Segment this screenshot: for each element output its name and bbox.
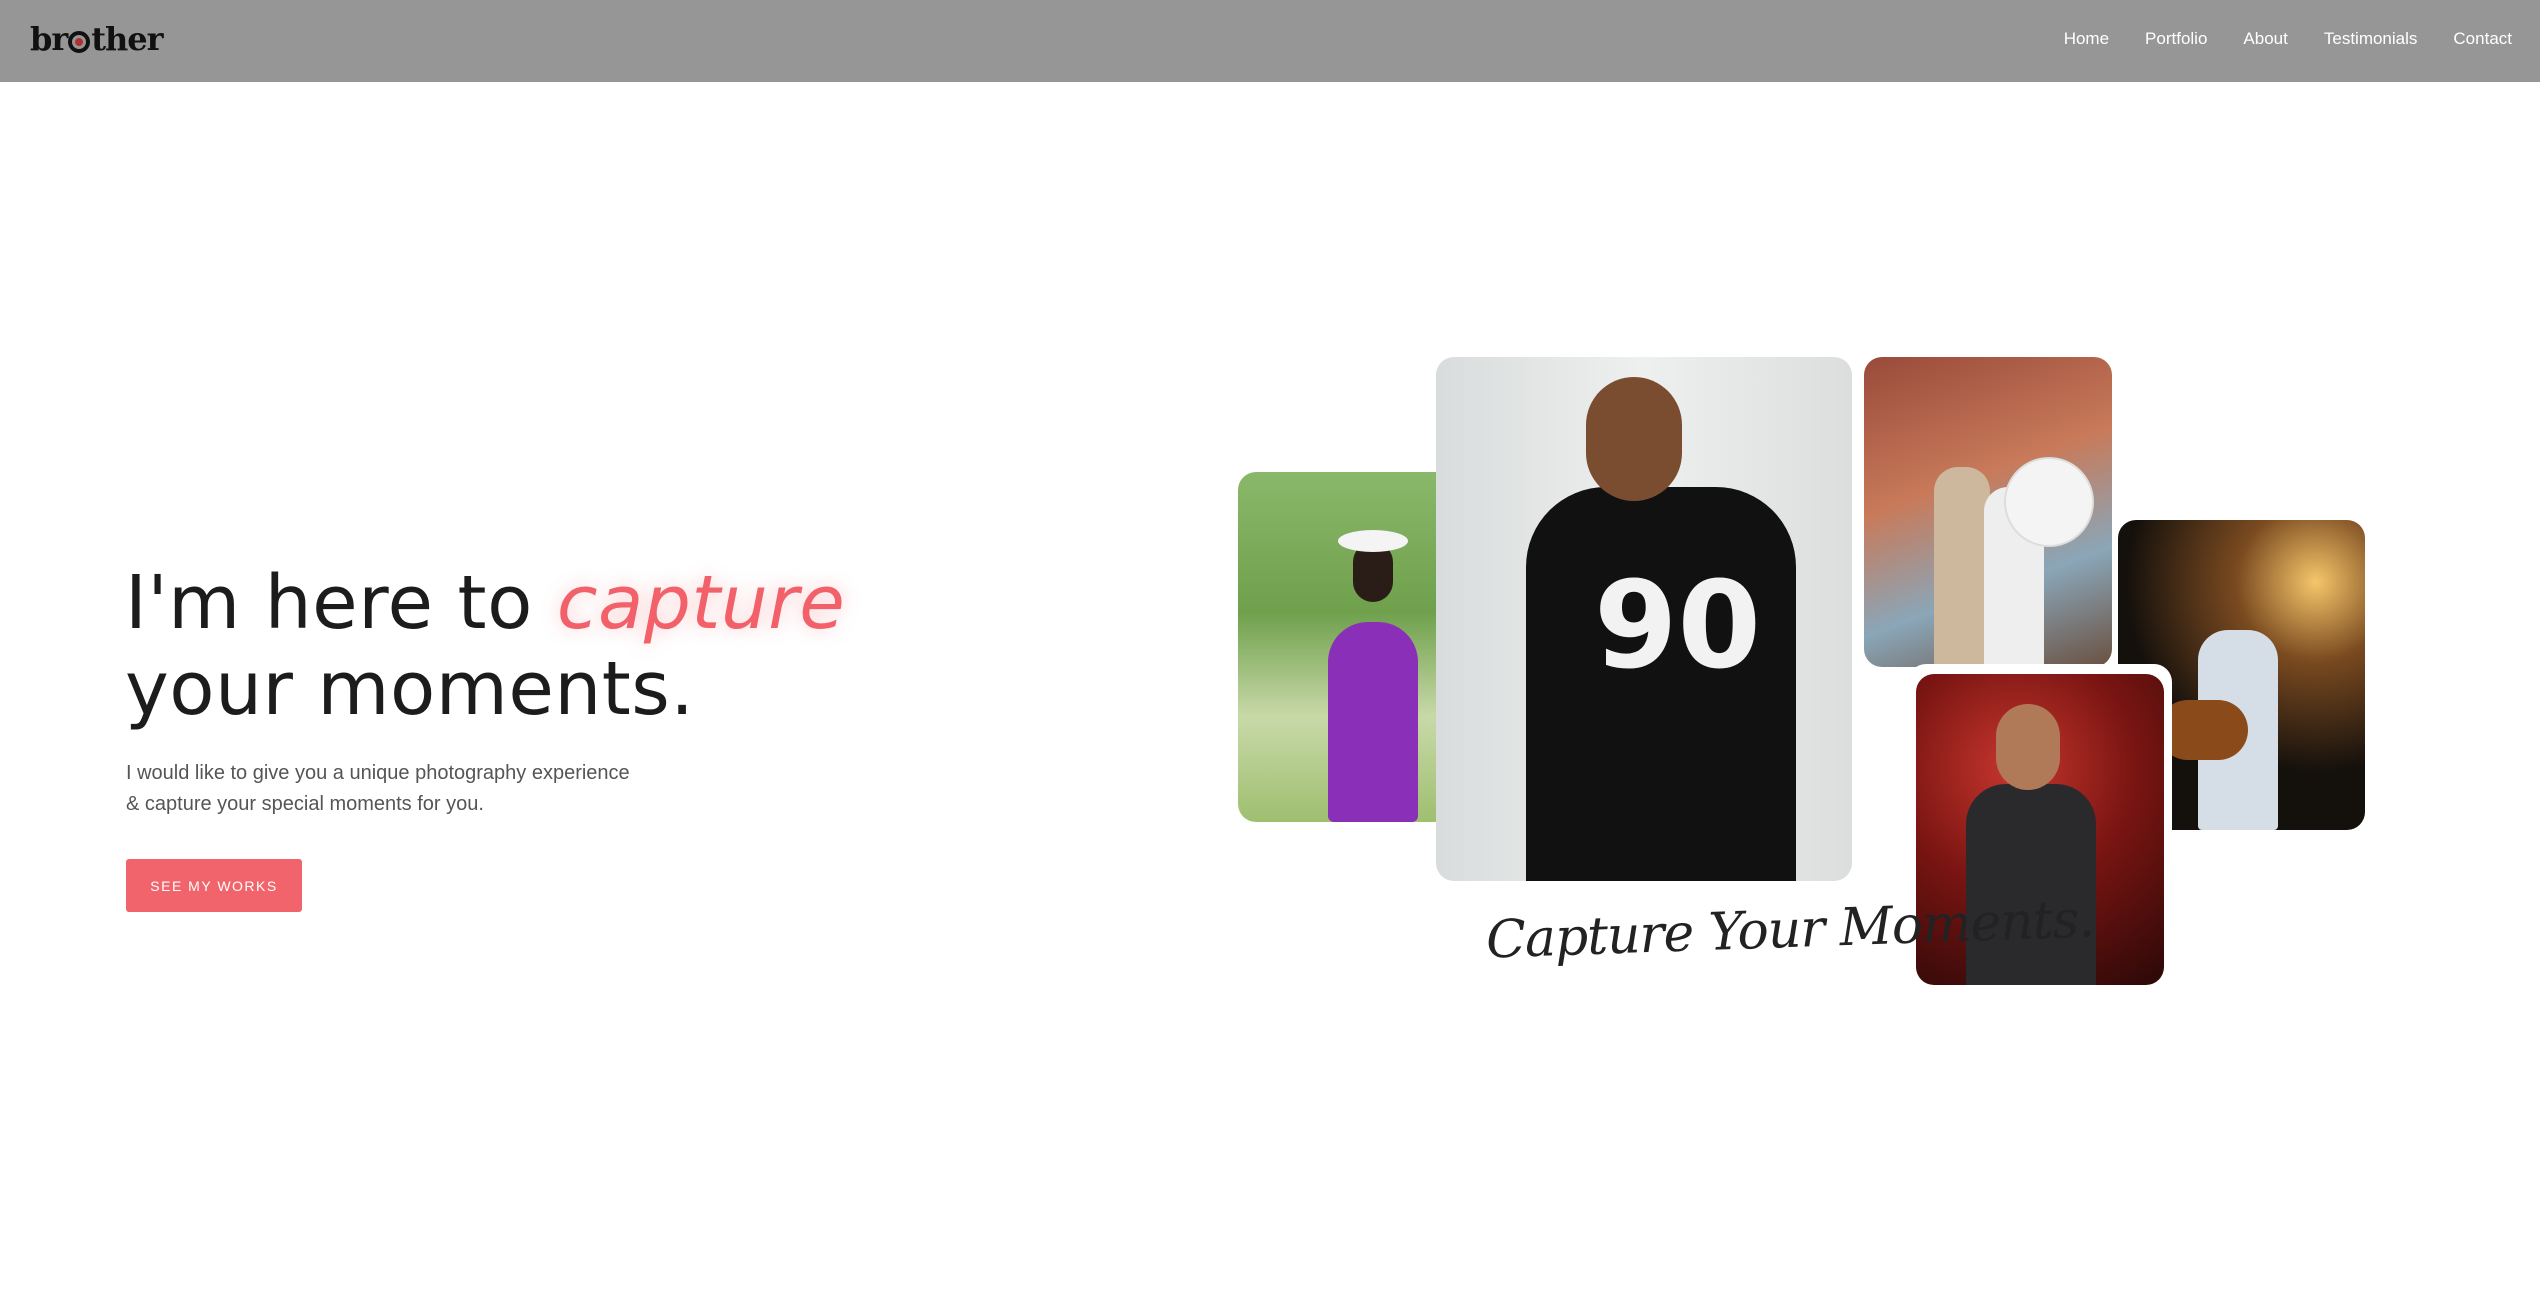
photo-man-jersey: 90 xyxy=(1436,357,1852,881)
hero-title-line2: your moments. xyxy=(125,646,695,732)
hero-title: I'm here to capture your moments. xyxy=(125,560,845,732)
nav-link-about[interactable]: About xyxy=(2243,29,2287,49)
nav-links: Home Portfolio About Testimonials Contac… xyxy=(2064,29,2512,49)
jersey-number-graphic: 90 xyxy=(1594,557,1761,696)
hero-title-prefix: I'm here to xyxy=(125,560,533,646)
hero-subtitle: I would like to give you a unique photog… xyxy=(126,758,686,820)
nav-link-contact[interactable]: Contact xyxy=(2453,29,2512,49)
nav-link-portfolio[interactable]: Portfolio xyxy=(2145,29,2207,49)
photo-wedding-couple xyxy=(1864,357,2112,667)
nav-link-testimonials[interactable]: Testimonials xyxy=(2324,29,2418,49)
hero-title-accent: capture xyxy=(556,560,846,646)
nav-link-home[interactable]: Home xyxy=(2064,29,2109,49)
site-logo[interactable]: br ther xyxy=(30,20,164,58)
see-my-works-button[interactable]: SEE MY WORKS xyxy=(126,859,302,912)
hero-subtitle-line2: & capture your special moments for you. xyxy=(126,793,484,815)
camera-icon xyxy=(68,31,91,53)
hero-subtitle-line1: I would like to give you a unique photog… xyxy=(126,762,630,784)
navbar: br ther Home Portfolio About Testimonials… xyxy=(0,0,2540,82)
